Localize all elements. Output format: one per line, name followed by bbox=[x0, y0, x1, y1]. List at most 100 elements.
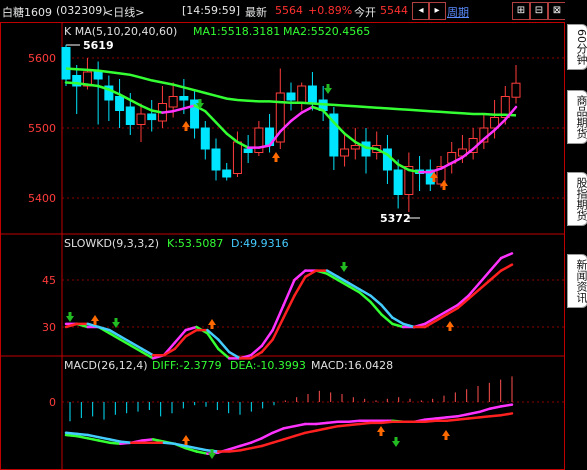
macd-dea-segment bbox=[499, 412, 514, 417]
candle-body bbox=[232, 141, 242, 174]
macd-dea-segment bbox=[293, 431, 307, 438]
ma-short-segment bbox=[129, 98, 143, 107]
buy-signal-arrow-icon bbox=[272, 152, 280, 162]
sell-signal-arrow-icon bbox=[66, 312, 74, 322]
candle-body bbox=[222, 169, 232, 178]
macd-diff-segment bbox=[488, 405, 503, 410]
macd-dea-segment bbox=[336, 423, 351, 428]
macd-macd-value: MACD:16.0428 bbox=[311, 359, 393, 372]
buy-signal-arrow-icon bbox=[446, 321, 454, 331]
ma-short-segment bbox=[161, 109, 175, 114]
macd-dea-segment bbox=[304, 429, 318, 435]
macd-dea-segment bbox=[478, 415, 492, 419]
macd-dea-segment bbox=[64, 431, 79, 436]
buy-signal-arrow-icon bbox=[91, 315, 99, 325]
y-tick-label: 5400 bbox=[28, 192, 56, 205]
ma-short-segment bbox=[171, 107, 186, 113]
macd-dea-segment bbox=[380, 420, 394, 425]
candle-body bbox=[297, 85, 307, 104]
macd-diff-segment bbox=[445, 415, 459, 419]
macd-diff-segment bbox=[467, 410, 481, 416]
y-tick-label: 5500 bbox=[28, 122, 56, 135]
macd-diff-segment bbox=[293, 422, 307, 428]
ma-short-segment bbox=[289, 111, 303, 123]
buy-signal-arrow-icon bbox=[182, 121, 190, 131]
kd-k-segment bbox=[488, 256, 503, 272]
sell-signal-arrow-icon bbox=[392, 437, 400, 447]
tab-news[interactable]: 新闻资讯 bbox=[567, 254, 587, 308]
macd-diff-segment bbox=[140, 438, 155, 442]
macd-dea-segment bbox=[325, 424, 340, 430]
macd-diff-segment bbox=[97, 439, 111, 444]
macd-dea-segment bbox=[162, 441, 177, 446]
macd-diff-segment bbox=[75, 434, 90, 440]
macd-diff-segment bbox=[108, 441, 122, 446]
ma-short-segment bbox=[64, 81, 78, 85]
tab-index-futures[interactable]: 股指期货 bbox=[567, 172, 587, 226]
ma-short-segment bbox=[204, 109, 218, 124]
macd-dea-segment bbox=[108, 438, 122, 443]
ma2-value: MA2:5520.4565 bbox=[283, 25, 370, 38]
macd-dea-segment bbox=[195, 446, 209, 452]
macd-diff-value: DIFF:-2.3779 bbox=[152, 359, 222, 372]
buy-signal-arrow-icon bbox=[182, 435, 190, 445]
candle-body bbox=[350, 145, 360, 150]
ma-short-segment bbox=[225, 132, 239, 144]
macd-dea-segment bbox=[445, 418, 459, 422]
y-tick-label: 45 bbox=[42, 274, 56, 287]
macd-diff-segment bbox=[227, 444, 242, 451]
buy-signal-arrow-icon bbox=[377, 426, 385, 436]
macd-dea-segment bbox=[227, 449, 242, 453]
kd-d-value: D:49.9316 bbox=[231, 237, 289, 250]
candle-body bbox=[211, 148, 221, 171]
macd-dea-value: DEA:-10.3993 bbox=[230, 359, 306, 372]
macd-label: MACD(26,12,4) bbox=[64, 359, 148, 372]
kd-d-segment bbox=[184, 328, 198, 338]
sell-signal-arrow-icon bbox=[324, 84, 332, 94]
macd-diff-segment bbox=[325, 420, 340, 425]
ma-short-segment bbox=[343, 132, 357, 144]
macd-diff-segment bbox=[271, 427, 285, 435]
macd-diff-segment bbox=[434, 416, 448, 420]
candle-body bbox=[168, 96, 178, 108]
ma-short-segment bbox=[439, 161, 453, 170]
macd-dea-segment bbox=[260, 441, 274, 448]
candle-body bbox=[136, 113, 146, 125]
macd-series bbox=[64, 376, 514, 455]
y-tick-label: 30 bbox=[42, 321, 56, 334]
ma-label: K MA(5,10,20,40,60) bbox=[64, 25, 177, 38]
candle-body bbox=[200, 127, 210, 150]
candle-body bbox=[286, 92, 296, 101]
tab-60min[interactable]: 60分钟 bbox=[567, 24, 587, 70]
macd-dea-segment bbox=[75, 432, 90, 437]
y-tick-label: 5600 bbox=[28, 52, 56, 65]
y-tick-label: 0 bbox=[49, 396, 56, 409]
macd-dea-segment bbox=[347, 422, 361, 427]
kd-label: SLOWKD(9,3,3,2) bbox=[64, 237, 159, 250]
macd-dea-segment bbox=[423, 419, 438, 424]
macd-dea-segment bbox=[456, 417, 470, 421]
macd-diff-segment bbox=[456, 412, 470, 418]
kd-k-segment bbox=[499, 252, 514, 260]
sell-signal-arrow-icon bbox=[340, 262, 348, 272]
macd-dea-segment bbox=[282, 434, 296, 441]
high-marker-label: 5619 bbox=[83, 39, 114, 52]
macd-dea-segment bbox=[488, 413, 503, 418]
ma1-value: MA1:5518.3181 bbox=[193, 25, 280, 38]
buy-signal-arrow-icon bbox=[442, 430, 450, 440]
ma-short-segment bbox=[86, 83, 100, 88]
candle-body bbox=[125, 106, 135, 125]
macd-dea-segment bbox=[249, 444, 264, 450]
ma-short-segment bbox=[75, 81, 89, 86]
macd-diff-segment bbox=[195, 450, 209, 455]
macd-diff-segment bbox=[260, 431, 274, 440]
tab-commodity-futures[interactable]: 商品期货 bbox=[567, 90, 587, 144]
kd-d-segment bbox=[488, 269, 503, 282]
kd-d-segment bbox=[391, 316, 405, 326]
macd-dea-segment bbox=[86, 433, 100, 439]
candle-body bbox=[511, 82, 521, 98]
candlestick-series bbox=[61, 44, 521, 212]
macd-diff-segment bbox=[238, 441, 253, 448]
macd-dea-segment bbox=[467, 416, 481, 420]
ma-short-segment bbox=[300, 105, 314, 114]
